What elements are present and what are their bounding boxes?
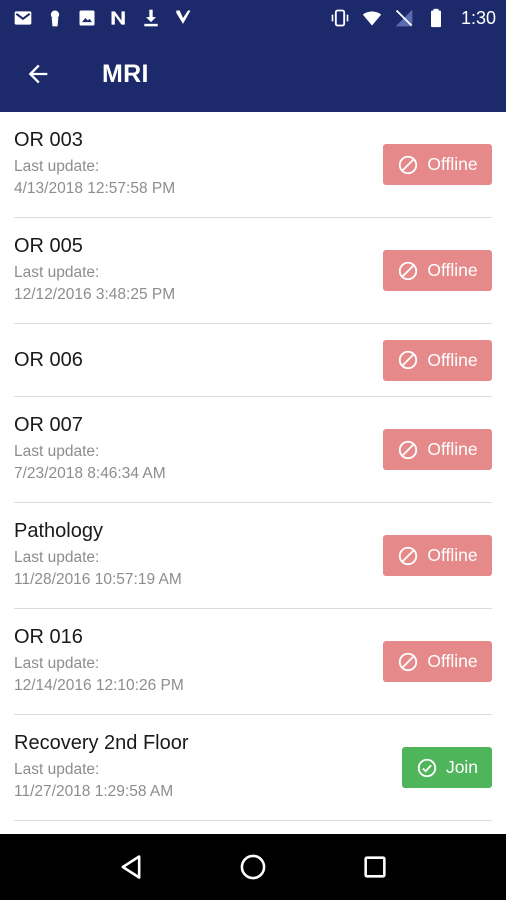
last-update-label: Last update: — [14, 443, 100, 460]
wifi-icon — [361, 7, 383, 29]
check-app-icon — [172, 7, 194, 29]
home-circle-icon — [240, 854, 266, 880]
page-title: MRI — [102, 59, 149, 88]
offline-status-button[interactable]: Offline — [383, 144, 492, 185]
n-app-icon — [108, 7, 130, 29]
nav-recents-button[interactable] — [345, 837, 405, 897]
last-update-label: Last update: — [14, 655, 100, 672]
offline-status-button[interactable]: Offline — [383, 535, 492, 576]
list-item[interactable]: OR 006 Offline — [14, 324, 492, 397]
blocked-icon — [399, 155, 418, 174]
status-label: Offline — [427, 260, 478, 280]
notification-icons — [12, 7, 194, 29]
status-label: Offline — [427, 439, 478, 459]
no-signal-icon — [393, 7, 415, 29]
list-item[interactable]: OR 005 Last update: 12/12/2016 3:48:25 P… — [14, 218, 492, 324]
back-triangle-icon — [121, 855, 141, 879]
image-icon — [76, 7, 98, 29]
last-update-label: Last update: — [14, 264, 100, 281]
keyhole-icon — [44, 7, 66, 29]
last-update-time: 12/14/2016 12:10:26 PM — [14, 677, 184, 694]
check-circle-icon — [417, 758, 437, 777]
last-update-time: 11/28/2016 10:57:19 AM — [14, 571, 182, 588]
last-update-time: 4/13/2018 12:57:58 PM — [14, 180, 176, 197]
list-item[interactable]: OR 007 Last update: 7/23/2018 8:46:34 AM… — [14, 397, 492, 503]
list-item[interactable]: Pathology Last update: 11/28/2016 10:57:… — [14, 503, 492, 609]
last-update-label: Last update: — [14, 761, 100, 778]
offline-status-button[interactable]: Offline — [383, 250, 492, 291]
room-name: OR 007 — [14, 414, 83, 436]
recents-square-icon — [364, 856, 386, 878]
list-item[interactable]: Recovery 2nd Floor Last update: 11/27/20… — [14, 715, 492, 821]
last-update-time: 12/12/2016 3:48:25 PM — [14, 286, 176, 303]
last-update-time: 7/23/2018 8:46:34 AM — [14, 465, 166, 482]
offline-status-button[interactable]: Offline — [383, 641, 492, 682]
status-label: Offline — [427, 651, 478, 671]
room-list: OR 003 Last update: 4/13/2018 12:57:58 P… — [0, 112, 506, 834]
system-icons: 1:30 — [329, 7, 496, 29]
room-name: OR 016 — [14, 626, 83, 648]
gmail-icon — [12, 7, 34, 29]
blocked-icon — [399, 350, 418, 370]
blocked-icon — [399, 261, 418, 280]
download-icon — [140, 7, 162, 29]
nav-back-button[interactable] — [101, 837, 161, 897]
status-label: Offline — [427, 349, 478, 370]
arrow-left-icon — [28, 64, 48, 84]
back-button[interactable] — [0, 36, 76, 112]
blocked-icon — [399, 546, 418, 565]
room-name: Recovery 2nd Floor — [14, 732, 189, 754]
list-item[interactable]: OR 016 Last update: 12/14/2016 12:10:26 … — [14, 609, 492, 715]
blocked-icon — [399, 440, 418, 459]
last-update-label: Last update: — [14, 549, 100, 566]
room-name: OR 006 — [14, 348, 83, 371]
status-label: Offline — [427, 154, 478, 174]
offline-status-button[interactable]: Offline — [383, 429, 492, 470]
room-name: Pathology — [14, 520, 103, 542]
nav-home-button[interactable] — [223, 837, 283, 897]
room-name: OR 005 — [14, 235, 83, 257]
join-label: Join — [445, 757, 479, 777]
clock: 1:30 — [460, 7, 496, 28]
join-button[interactable]: Join — [402, 747, 492, 788]
vibrate-icon — [329, 7, 351, 29]
offline-status-button[interactable]: Offline — [383, 339, 492, 381]
status-label: Offline — [427, 545, 478, 565]
app-bar: MRI — [0, 36, 506, 112]
last-update-time: 11/27/2018 1:29:58 AM — [14, 783, 174, 800]
system-nav-bar — [0, 834, 506, 900]
last-update-label: Last update: — [14, 158, 100, 175]
status-bar: 1:30 — [0, 0, 506, 36]
room-name: OR 003 — [14, 129, 83, 151]
battery-icon — [425, 7, 447, 29]
blocked-icon — [399, 652, 418, 671]
list-item[interactable]: OR 003 Last update: 4/13/2018 12:57:58 P… — [14, 112, 492, 218]
